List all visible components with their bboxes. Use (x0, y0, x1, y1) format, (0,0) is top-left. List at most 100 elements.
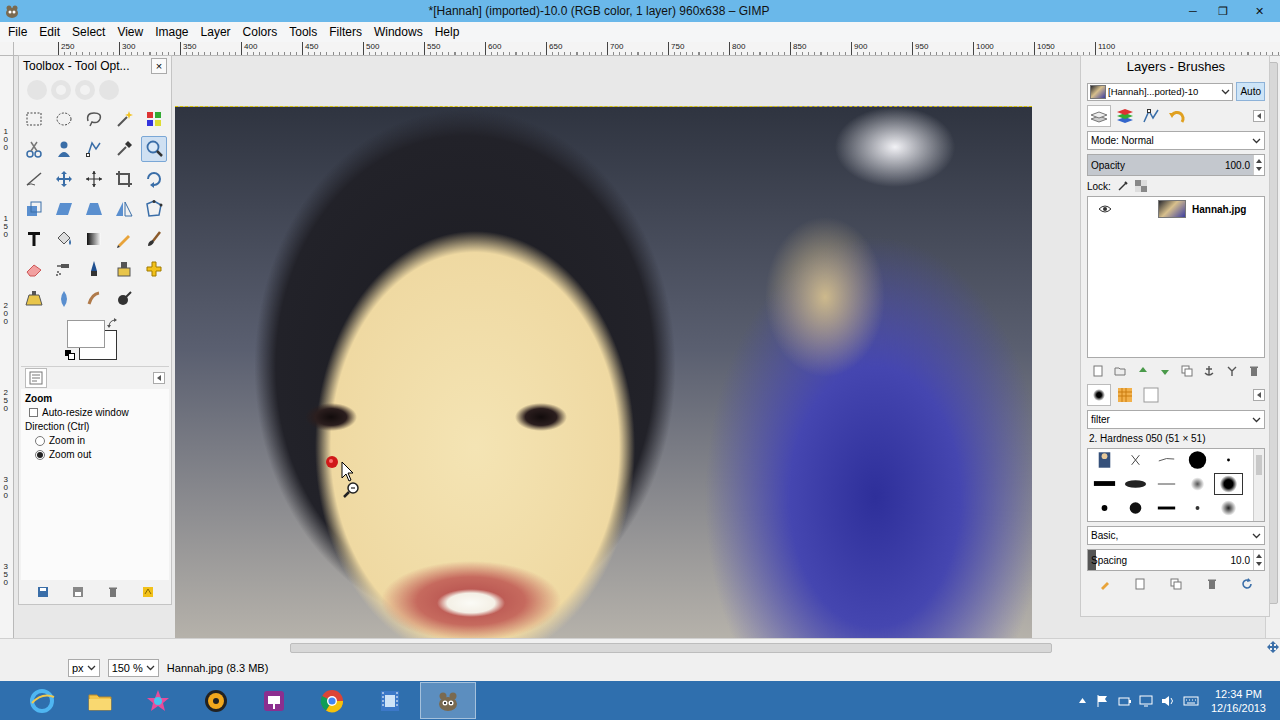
tool-button[interactable] (111, 106, 137, 132)
minimize-button[interactable]: ─ (1178, 1, 1208, 21)
taskbar-app[interactable] (246, 682, 302, 719)
brush-item[interactable] (1183, 497, 1212, 519)
tool-button[interactable] (111, 226, 137, 252)
new-brush-icon[interactable] (1134, 578, 1146, 590)
image-dropdown[interactable]: [Hannah]...ported)-10 (1087, 83, 1233, 101)
tool-button[interactable] (51, 226, 77, 252)
dock-tab[interactable] (1113, 384, 1137, 406)
brush-item[interactable] (1214, 449, 1243, 471)
tool-button[interactable] (51, 106, 77, 132)
lower-layer-icon[interactable] (1159, 365, 1171, 377)
tool-button[interactable] (81, 106, 107, 132)
dock-tab[interactable] (1139, 105, 1163, 127)
swap-colors-icon[interactable] (107, 318, 119, 330)
taskbar-app[interactable] (420, 682, 476, 719)
tool-button[interactable] (141, 106, 167, 132)
menu-item[interactable]: Edit (33, 24, 66, 40)
refresh-brushes-icon[interactable] (1241, 578, 1253, 590)
auto-resize-option[interactable]: Auto-resize window (25, 407, 165, 418)
menu-item[interactable]: Help (429, 24, 466, 40)
taskbar-app[interactable] (14, 682, 70, 719)
tool-button[interactable] (81, 286, 107, 312)
anchor-layer-icon[interactable] (1203, 365, 1215, 377)
brush-item[interactable] (1090, 473, 1119, 495)
keyboard-icon[interactable] (1183, 694, 1199, 708)
duplicate-layer-icon[interactable] (1181, 365, 1193, 377)
tool-options-tab[interactable] (25, 368, 47, 388)
dropdown-arrow-icon[interactable] (1252, 415, 1261, 424)
save-options-icon[interactable] (37, 586, 49, 598)
menu-item[interactable]: View (111, 24, 149, 40)
volume-icon[interactable] (1161, 694, 1175, 708)
panel-menu-icon[interactable] (153, 372, 165, 384)
scroll-thumb[interactable] (1256, 455, 1262, 475)
spin-arrows-icon[interactable] (1255, 552, 1263, 568)
brush-item[interactable] (1090, 497, 1119, 519)
spacing-slider-track[interactable]: Spacing10.0 (1088, 550, 1253, 570)
tool-button[interactable] (141, 166, 167, 192)
brush-item[interactable] (1214, 473, 1243, 495)
brush-item[interactable] (1152, 473, 1181, 495)
brush-item[interactable] (1121, 449, 1150, 471)
show-hidden-icons-icon[interactable] (1078, 696, 1087, 705)
panel-menu-icon[interactable] (1253, 389, 1265, 401)
menu-item[interactable]: Filters (323, 24, 368, 40)
tool-button[interactable] (21, 136, 47, 162)
maximize-button[interactable]: ❐ (1208, 1, 1238, 21)
menu-item[interactable]: Image (149, 24, 194, 40)
tool-button[interactable] (81, 166, 107, 192)
tool-button[interactable] (21, 196, 47, 222)
network-icon[interactable] (1139, 694, 1153, 708)
canvas[interactable] (14, 56, 1265, 638)
dropdown-arrow-icon[interactable] (1221, 87, 1230, 96)
menu-item[interactable]: Layer (195, 24, 237, 40)
tool-button[interactable] (81, 196, 107, 222)
tool-button[interactable] (21, 166, 47, 192)
tool-button[interactable] (141, 226, 167, 252)
tool-button[interactable] (21, 256, 47, 282)
tool-button[interactable] (81, 226, 107, 252)
tool-button[interactable] (111, 136, 137, 162)
menu-item[interactable]: Colors (237, 24, 284, 40)
dock-tab[interactable] (1087, 384, 1111, 406)
dock-tab[interactable] (1113, 105, 1137, 127)
filter-dropdown[interactable]: filter (1087, 410, 1265, 429)
tool-button[interactable] (21, 286, 47, 312)
spin-arrows-icon[interactable] (1255, 157, 1263, 173)
close-button[interactable]: × (151, 58, 167, 74)
taskbar-app[interactable] (304, 682, 360, 719)
taskbar-app[interactable] (362, 682, 418, 719)
spacing-slider[interactable]: Spacing10.0 (1087, 549, 1265, 571)
tool-button[interactable] (51, 286, 77, 312)
reset-colors-icon[interactable] (65, 350, 75, 360)
tool-button[interactable] (111, 256, 137, 282)
dropdown-arrow-icon[interactable] (87, 663, 96, 672)
spin-buttons[interactable] (1253, 155, 1264, 175)
zoom-dropdown[interactable]: 150 % (108, 659, 159, 677)
scroll-track[interactable] (14, 642, 1266, 652)
restore-options-icon[interactable] (72, 586, 84, 598)
foreground-color-swatch[interactable] (67, 320, 105, 348)
brush-item[interactable] (1183, 449, 1212, 471)
tool-button[interactable] (21, 106, 47, 132)
tool-button[interactable] (141, 256, 167, 282)
taskbar-app[interactable] (72, 682, 128, 719)
new-layer-icon[interactable] (1092, 365, 1104, 377)
brush-scrollbar[interactable] (1253, 449, 1264, 521)
tag-dropdown[interactable]: Basic, (1087, 526, 1265, 545)
duplicate-brush-icon[interactable] (1170, 578, 1182, 590)
menu-item[interactable]: File (2, 24, 33, 40)
brush-item[interactable] (1090, 449, 1119, 471)
tool-button[interactable] (111, 286, 137, 312)
tool-button[interactable] (51, 166, 77, 192)
tool-button[interactable] (51, 136, 77, 162)
raise-layer-icon[interactable] (1137, 365, 1149, 377)
eye-icon[interactable] (1098, 204, 1112, 214)
delete-options-icon[interactable] (107, 586, 119, 598)
panel-menu-icon[interactable] (1253, 110, 1265, 122)
brush-item[interactable] (1214, 497, 1243, 519)
auto-button[interactable]: Auto (1236, 82, 1265, 101)
radio-button[interactable] (35, 436, 45, 446)
opacity-slider-track[interactable]: Opacity100.0 (1088, 155, 1253, 175)
flag-icon[interactable] (1095, 694, 1109, 708)
